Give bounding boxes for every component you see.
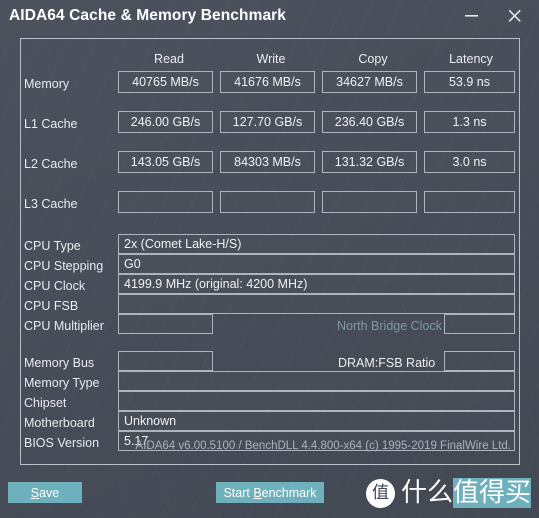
column-header-latency: Latency bbox=[449, 52, 493, 66]
l1-read-value: 246.00 GB/s bbox=[130, 115, 201, 129]
minimize-button[interactable] bbox=[452, 0, 492, 31]
l3-copy-field bbox=[322, 191, 417, 213]
row-label-memory: Memory bbox=[24, 77, 70, 91]
label-cpu-type: CPU Type bbox=[24, 239, 81, 253]
motherboard-field: Unknown bbox=[118, 411, 515, 431]
row-label-l1-cache: L1 Cache bbox=[24, 117, 78, 131]
version-copyright-text: AIDA64 v6.00.5100 / BenchDLL 4.4.800-x64… bbox=[135, 440, 511, 452]
cpu-type-value: 2x (Comet Lake-H/S) bbox=[124, 237, 242, 251]
watermark-text-plain: 什么 bbox=[401, 478, 454, 508]
memory-bus-field bbox=[118, 351, 213, 371]
save-button-accel: S bbox=[30, 485, 40, 500]
label-cpu-clock: CPU Clock bbox=[24, 279, 86, 293]
memory-write-value: 41676 MB/s bbox=[234, 75, 301, 89]
cpu-type-field: 2x (Comet Lake-H/S) bbox=[118, 234, 515, 254]
l2-read-field: 143.05 GB/s bbox=[118, 151, 213, 173]
l2-copy-value: 131.32 GB/s bbox=[334, 155, 405, 169]
row-label-l2-cache: L2 Cache bbox=[24, 157, 78, 171]
l1-copy-value: 236.40 GB/s bbox=[334, 115, 405, 129]
label-cpu-stepping: CPU Stepping bbox=[24, 259, 104, 273]
memory-latency-field: 53.9 ns bbox=[424, 71, 515, 93]
l2-latency-value: 3.0 ns bbox=[452, 155, 487, 169]
chipset-field bbox=[118, 391, 515, 411]
label-dram-fsb-ratio: DRAM:FSB Ratio bbox=[338, 356, 436, 370]
cpu-stepping-value: G0 bbox=[124, 257, 141, 271]
l1-latency-field: 1.3 ns bbox=[424, 111, 515, 133]
l1-write-value: 127.70 GB/s bbox=[232, 115, 303, 129]
column-header-read: Read bbox=[154, 52, 184, 66]
column-header-copy: Copy bbox=[358, 52, 388, 66]
row-label-l3-cache: L3 Cache bbox=[24, 197, 78, 211]
label-cpu-fsb: CPU FSB bbox=[24, 299, 79, 313]
benchmark-panel: Read Write Copy Latency Memory 40765 MB/… bbox=[20, 38, 520, 465]
l3-write-field bbox=[220, 191, 315, 213]
l2-read-value: 143.05 GB/s bbox=[130, 155, 201, 169]
save-button-suffix: ave bbox=[39, 485, 60, 500]
cpu-multiplier-field bbox=[118, 314, 213, 334]
north-bridge-clock-field bbox=[444, 314, 515, 334]
label-motherboard: Motherboard bbox=[24, 416, 95, 430]
label-cpu-multiplier: CPU Multiplier bbox=[24, 319, 104, 333]
l1-write-field: 127.70 GB/s bbox=[220, 111, 315, 133]
dram-fsb-ratio-field bbox=[444, 351, 515, 371]
start-button-suffix: enchmark bbox=[261, 485, 317, 500]
l3-latency-field bbox=[424, 191, 515, 213]
watermark: 值 什么值得买 bbox=[366, 477, 536, 511]
label-north-bridge-clock: North Bridge Clock bbox=[337, 319, 442, 333]
label-memory-type: Memory Type bbox=[24, 376, 100, 390]
l2-copy-field: 131.32 GB/s bbox=[322, 151, 417, 173]
cpu-fsb-field bbox=[118, 294, 515, 314]
start-button-prefix: Start bbox=[223, 485, 254, 500]
l3-read-field bbox=[118, 191, 213, 213]
watermark-text-highlight: 值得买 bbox=[453, 478, 532, 508]
memory-write-field: 41676 MB/s bbox=[220, 71, 315, 93]
memory-type-field bbox=[118, 371, 515, 391]
l1-latency-value: 1.3 ns bbox=[452, 115, 487, 129]
aida64-benchmark-window: AIDA64 Cache & Memory Benchmark Read Wri… bbox=[0, 0, 539, 518]
start-benchmark-button[interactable]: Start Benchmark bbox=[216, 482, 324, 503]
column-header-write: Write bbox=[256, 52, 286, 66]
memory-latency-value: 53.9 ns bbox=[448, 75, 490, 89]
label-memory-bus: Memory Bus bbox=[24, 356, 95, 370]
watermark-text: 什么值得买 bbox=[401, 478, 532, 509]
memory-read-value: 40765 MB/s bbox=[132, 75, 199, 89]
l1-copy-field: 236.40 GB/s bbox=[322, 111, 417, 133]
save-button[interactable]: Save bbox=[8, 482, 82, 503]
close-button[interactable] bbox=[495, 0, 535, 31]
l1-read-field: 246.00 GB/s bbox=[118, 111, 213, 133]
l2-write-field: 84303 MB/s bbox=[220, 151, 315, 173]
start-button-accel: B bbox=[253, 485, 262, 500]
memory-read-field: 40765 MB/s bbox=[118, 71, 213, 93]
watermark-logo-icon: 值 bbox=[366, 479, 395, 508]
l2-write-value: 84303 MB/s bbox=[234, 155, 301, 169]
window-title: AIDA64 Cache & Memory Benchmark bbox=[9, 7, 287, 24]
l2-latency-field: 3.0 ns bbox=[424, 151, 515, 173]
label-bios-version: BIOS Version bbox=[24, 436, 100, 450]
cpu-clock-field: 4199.9 MHz (original: 4200 MHz) bbox=[118, 274, 515, 294]
motherboard-value: Unknown bbox=[124, 414, 177, 428]
label-chipset: Chipset bbox=[24, 396, 67, 410]
cpu-stepping-field: G0 bbox=[118, 254, 515, 274]
memory-copy-field: 34627 MB/s bbox=[322, 71, 417, 93]
title-bar: AIDA64 Cache & Memory Benchmark bbox=[0, 0, 539, 33]
cpu-clock-value: 4199.9 MHz (original: 4200 MHz) bbox=[124, 277, 308, 291]
memory-copy-value: 34627 MB/s bbox=[336, 75, 403, 89]
